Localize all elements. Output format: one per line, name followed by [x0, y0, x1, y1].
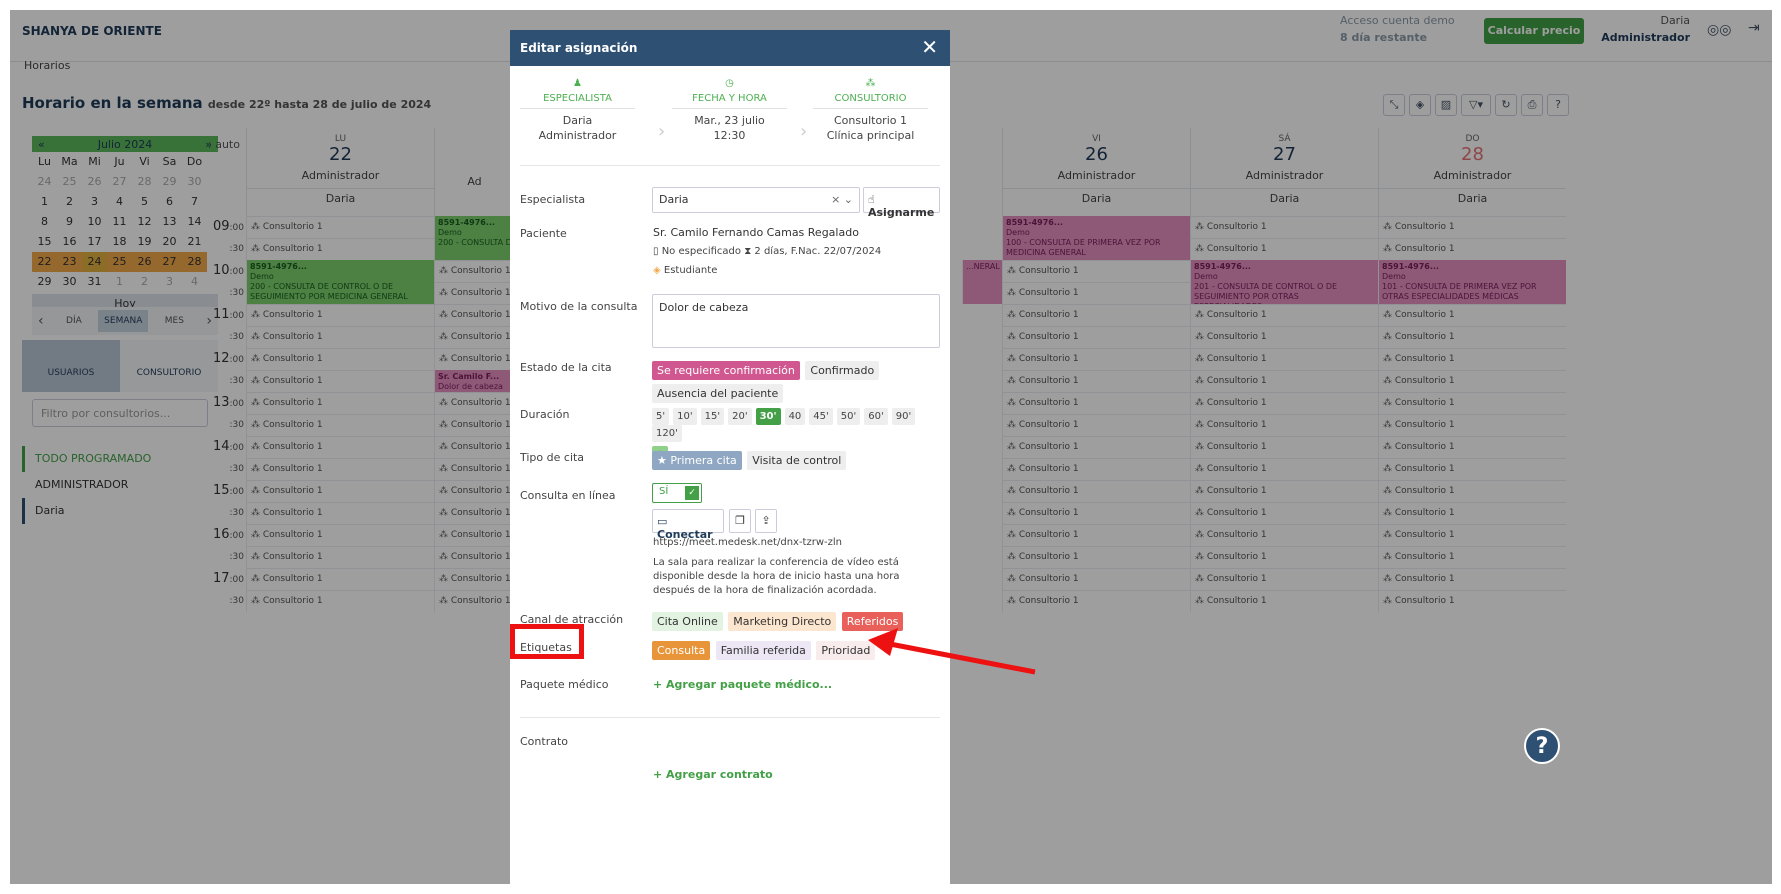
hourglass-icon: ⧗ [744, 246, 752, 257]
step-office[interactable]: ⁂ CONSULTORIO Consultorio 1 Clínica prin… [813, 78, 928, 143]
org-icon: ⁂ [865, 78, 876, 89]
step-label: CONSULTORIO [813, 93, 928, 109]
package-label: Paquete médico [520, 678, 609, 691]
assign-me-button[interactable]: ☝Asignarme [863, 187, 940, 219]
step-summary: ♟ ESPECIALISTA Daria Administrador › ◷ F… [520, 66, 940, 166]
tag-icon: ◈ [653, 265, 661, 276]
duration-option[interactable]: 50' [836, 408, 861, 425]
step-value: Consultorio 1 [834, 114, 907, 127]
type-option-selected[interactable]: ★ Primera cita [652, 451, 742, 470]
duration-option[interactable]: 90' [891, 408, 916, 425]
duration-option[interactable]: 40 [784, 408, 806, 425]
tag-option[interactable]: Familia referida [715, 641, 811, 660]
patient-info: ▯ No especificado ⧗ 2 días, F.Nac. 22/07… [653, 246, 881, 257]
patient-name[interactable]: Sr. Camilo Fernando Camas Regalado [653, 226, 859, 239]
type-options: ★ Primera cita Visita de control [652, 451, 942, 474]
meet-note: La sala para realizar la conferencia de … [653, 557, 900, 596]
step-datetime[interactable]: ◷ FECHA Y HORA Mar., 23 julio 12:30 [672, 78, 787, 143]
chevron-right-icon: › [800, 121, 808, 142]
connect-button[interactable]: ▭ Conectar [652, 509, 724, 541]
status-option[interactable]: Ausencia del paciente [652, 384, 784, 403]
chevron-right-icon: › [658, 121, 666, 142]
patient-label: Paciente [520, 227, 567, 240]
type-option[interactable]: Visita de control [747, 451, 847, 470]
duration-option[interactable]: 20' [728, 408, 752, 425]
user-icon: ♟ [573, 78, 582, 89]
patient-age: 2 días, F.Nac. 22/07/2024 [754, 246, 882, 257]
online-toggle-label: SÍ [659, 486, 669, 497]
step-value: Clínica principal [826, 129, 915, 142]
help-chat-button[interactable]: ? [1524, 728, 1560, 764]
step-value: Daria [562, 114, 593, 127]
duration-option-selected[interactable]: 30' [755, 408, 781, 425]
duration-option[interactable]: 5' [652, 408, 670, 425]
add-package-link[interactable]: + Agregar paquete médico... [653, 678, 832, 691]
reason-textarea[interactable]: Dolor de cabeza [652, 294, 940, 348]
video-icon: ▭ [657, 515, 668, 528]
edit-appointment-modal: Editar asignación ✕ ♟ ESPECIALISTA Daria… [510, 30, 950, 884]
step-label: FECHA Y HORA [672, 93, 787, 109]
clock-icon: ◷ [725, 78, 734, 89]
patient-tag[interactable]: ◈ Estudiante [653, 265, 717, 276]
hand-icon: ☝ [868, 193, 875, 206]
step-value: Mar., 23 julio [694, 114, 765, 127]
channel-option[interactable]: Marketing Directo [728, 612, 837, 631]
step-value: Administrador [538, 129, 617, 142]
duration-option[interactable]: 10' [673, 408, 697, 425]
share-icon[interactable]: ⇪ [755, 509, 777, 533]
specialist-value: Daria [659, 193, 689, 206]
duration-option[interactable]: 45' [809, 408, 833, 425]
type-label: Tipo de cita [520, 451, 585, 464]
step-specialist[interactable]: ♟ ESPECIALISTA Daria Administrador [520, 78, 635, 143]
divider [520, 717, 940, 718]
contract-label: Contrato [520, 735, 569, 748]
reason-label: Motivo de la consulta [520, 300, 638, 313]
check-icon: ✓ [685, 486, 699, 500]
specialist-label: Especialista [520, 193, 586, 206]
assign-me-label: Asignarme [868, 206, 935, 219]
phone-icon: ▯ [653, 246, 659, 257]
step-value: 12:30 [713, 129, 746, 142]
chevron-down-icon: × ⌄ [831, 193, 853, 206]
status-options: Se requiere confirmación Confirmado Ause… [652, 361, 942, 407]
tag-option-selected[interactable]: Consulta [652, 641, 711, 660]
duration-option[interactable]: 15' [700, 408, 725, 425]
online-label: Consulta en línea [520, 489, 616, 502]
patient-tag-label: Estudiante [663, 265, 718, 276]
add-contract-link[interactable]: + Agregar contrato [653, 768, 773, 781]
duration-label: Duración [520, 408, 570, 421]
meet-url[interactable]: https://meet.medesk.net/dnx-tzrw-zln [653, 537, 842, 548]
duration-option[interactable]: 60' [864, 408, 888, 425]
step-label: ESPECIALISTA [520, 93, 635, 109]
modal-title: Editar asignación [510, 30, 950, 66]
specialist-select[interactable]: Daria × ⌄ [652, 187, 860, 213]
duration-option[interactable]: 120' [652, 425, 682, 442]
copy-icon[interactable]: ❐ [729, 509, 751, 533]
highlight-box [510, 624, 584, 659]
online-toggle[interactable]: SÍ ✓ [652, 483, 702, 503]
close-icon[interactable]: ✕ [921, 37, 938, 57]
status-option[interactable]: Confirmado [805, 361, 880, 380]
channel-option[interactable]: Cita Online [652, 612, 723, 631]
status-label: Estado de la cita [520, 361, 612, 374]
status-option[interactable]: Se requiere confirmación [652, 361, 800, 380]
patient-gender: No especificado [661, 246, 742, 257]
red-arrow-icon [868, 628, 1036, 675]
